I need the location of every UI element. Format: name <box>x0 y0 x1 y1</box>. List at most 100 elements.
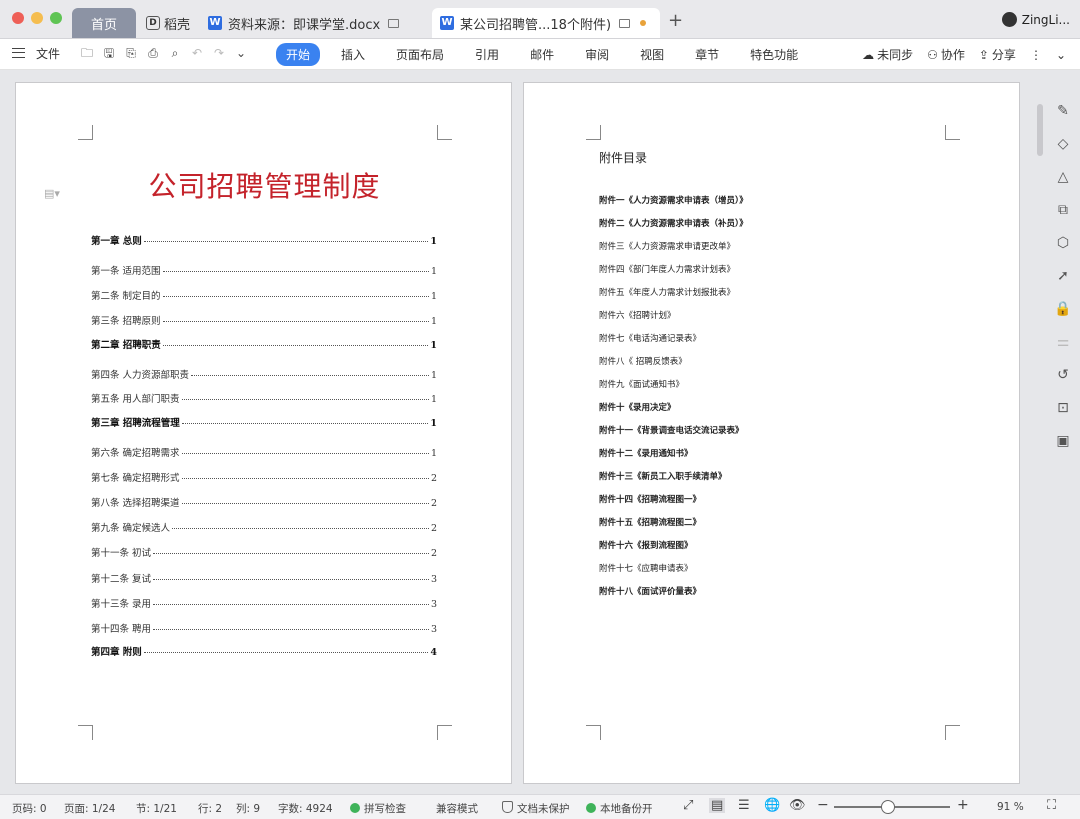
toc-entry[interactable]: 第三章 招聘流程管理 1 <box>91 415 437 429</box>
ribbon-tab-chapter[interactable]: 章节 <box>685 43 729 66</box>
outline-view-icon[interactable]: ☰ <box>738 798 750 813</box>
ribbon-tab-home[interactable]: 开始 <box>276 43 321 66</box>
open-folder-icon[interactable]: 🗀 <box>80 46 94 60</box>
close-window-button[interactable] <box>12 12 24 24</box>
toc-entry[interactable]: 第二条 制定目的 1 <box>91 288 437 302</box>
eye-protect-icon[interactable]: 👁 <box>789 798 806 813</box>
attachment-list-item: 附件九《面试通知书》 <box>599 380 685 390</box>
collaborate-button[interactable]: ⚇ 协作 <box>927 46 965 63</box>
toc-entry[interactable]: 第十四条 聘用 3 <box>91 621 437 635</box>
toc-entry[interactable]: 第五条 用人部门职责 1 <box>91 391 437 405</box>
shapes-icon[interactable]: ◇ <box>1048 136 1078 152</box>
zoom-slider-handle[interactable] <box>881 800 895 814</box>
ribbon-tab-insert[interactable]: 插入 <box>331 43 375 66</box>
toc-entry[interactable]: 第七条 确定招聘形式 2 <box>91 470 437 484</box>
hexagon-icon[interactable]: ⬡ <box>1048 235 1078 251</box>
lock-icon[interactable]: 🔒 <box>1048 301 1078 317</box>
ribbon-tab-special[interactable]: 特色功能 <box>740 43 808 66</box>
spell-check-toggle[interactable]: 拼写检查 <box>350 801 406 816</box>
minimize-window-button[interactable] <box>31 12 43 24</box>
redo-icon[interactable]: ↷ <box>212 46 226 60</box>
file-menu[interactable]: 文件 <box>36 45 60 62</box>
toc-entry[interactable]: 第二章 招聘职责 1 <box>91 337 437 351</box>
share-button[interactable]: ⇪ 分享 <box>979 46 1016 63</box>
ribbon-tab-page-layout[interactable]: 页面布局 <box>386 43 454 66</box>
tab-daoke[interactable]: D 稻壳 <box>138 8 198 38</box>
compat-mode: 兼容模式 <box>436 803 478 815</box>
toc-entry[interactable]: 第三条 招聘原则 1 <box>91 313 437 327</box>
toc-entry[interactable]: 第四条 人力资源部职责 1 <box>91 367 437 381</box>
document-protection[interactable]: 文档未保护 <box>502 801 570 816</box>
toc-entry-page: 1 <box>430 370 437 381</box>
ribbon-tab-review[interactable]: 审阅 <box>575 43 619 66</box>
ribbon-tab-view[interactable]: 视图 <box>630 43 674 66</box>
toc-entry[interactable]: 第十二条 复试 3 <box>91 571 437 585</box>
tab-document-active[interactable]: W 某公司招聘管...18个附件) <box>432 8 660 38</box>
text-image-icon[interactable]: ⊡ <box>1048 400 1078 416</box>
toc-entry[interactable]: 第十三条 录用 3 <box>91 596 437 610</box>
collapse-ribbon-icon[interactable]: ⌄ <box>1056 48 1066 62</box>
local-backup-toggle[interactable]: 本地备份开 <box>586 801 653 816</box>
status-page[interactable]: 页面: 1/24 <box>64 801 115 816</box>
toc-entry-text: 第七条 确定招聘形式 <box>91 473 180 484</box>
document-page-2[interactable]: 附件目录 附件一《人力资源需求申请表（增员）》 附件二《人力资源需求申请表（补员）… <box>523 82 1020 784</box>
puzzle-icon[interactable]: ⧉ <box>1048 202 1078 218</box>
zoom-out-button[interactable]: − <box>817 797 829 813</box>
sync-label: 未同步 <box>877 48 914 62</box>
toc-entry[interactable]: 第十一条 初试 2 <box>91 545 437 559</box>
tab-home[interactable]: 首页 <box>72 8 136 38</box>
sync-button[interactable]: ☁ 未同步 <box>862 46 913 63</box>
web-view-icon[interactable]: 🌐 <box>764 798 780 813</box>
toc-entry-page: 1 <box>430 448 437 459</box>
customize-dropdown-icon[interactable]: ⌄ <box>234 46 248 60</box>
status-word-count[interactable]: 字数: 4924 <box>278 801 333 816</box>
fit-window-icon[interactable]: ⛶ <box>1047 798 1056 813</box>
check-icon <box>350 803 360 813</box>
slider-settings-icon[interactable]: ⚌ <box>1048 334 1078 350</box>
page-view-icon[interactable]: ▤ <box>709 798 726 813</box>
vertical-scrollbar[interactable] <box>1036 90 1044 790</box>
status-section: 节: 1/21 <box>136 803 177 815</box>
toc-leader-dots <box>181 503 429 504</box>
save-icon[interactable]: 🖫 <box>102 46 116 60</box>
zoom-window-button[interactable] <box>50 12 62 24</box>
toc-entry[interactable]: 第一章 总则 1 <box>91 233 437 247</box>
toc-entry-text: 第二条 制定目的 <box>91 291 161 302</box>
document-page-1[interactable]: ▤▾ 公司招聘管理制度 第一章 总则 1 第一条 适用范围 1 第二条 制定目的 1 第三条… <box>15 82 512 784</box>
more-options-icon[interactable]: ⋮ <box>1030 48 1042 62</box>
print-icon[interactable]: ⎙ <box>146 46 160 60</box>
toc-leader-dots <box>162 321 429 322</box>
toc-entry[interactable]: 第六条 确定招聘需求 1 <box>91 445 437 459</box>
zoom-level[interactable]: 91 % <box>997 801 1024 813</box>
hamburger-menu-icon[interactable] <box>12 48 25 58</box>
cloud-icon: ☁ <box>862 47 875 62</box>
ribbon-tab-references[interactable]: 引用 <box>465 43 509 66</box>
print-preview-icon[interactable]: ⌕ <box>168 46 182 60</box>
toc-entry-text: 第十三条 录用 <box>91 599 152 610</box>
toc-entry-page: 4 <box>430 647 437 658</box>
toc-entry-page: 2 <box>430 523 437 534</box>
fullscreen-icon[interactable]: ⤢ <box>683 798 693 813</box>
export-pdf-icon[interactable]: ⎘ <box>124 46 138 60</box>
toc-entry[interactable]: 第四章 附则 4 <box>91 644 437 658</box>
new-tab-icon[interactable]: + <box>668 10 683 31</box>
zoom-in-button[interactable]: + <box>957 797 969 813</box>
toc-entry[interactable]: 第八条 选择招聘渠道 2 <box>91 495 437 509</box>
toc-entry-text: 第一章 总则 <box>91 236 142 247</box>
pen-icon[interactable]: ✎ <box>1048 103 1078 119</box>
page-corner-mark <box>586 125 601 140</box>
status-row: 行: 2 <box>198 803 223 815</box>
tab-document-source[interactable]: W 资料来源：即课学堂.docx <box>200 8 426 38</box>
cursor-icon[interactable]: ➚ <box>1048 268 1078 284</box>
picture-icon[interactable]: ▣ <box>1048 433 1078 449</box>
user-account[interactable]: ZingLi... <box>1001 12 1070 27</box>
ribbon-tab-mailings[interactable]: 邮件 <box>520 43 564 66</box>
style-icon[interactable]: △ <box>1048 169 1078 185</box>
scroll-thumb[interactable] <box>1037 104 1043 156</box>
toc-entry[interactable]: 第一条 适用范围 1 <box>91 263 437 277</box>
document-canvas[interactable]: ▤▾ 公司招聘管理制度 第一章 总则 1 第一条 适用范围 1 第二条 制定目的 1 第三条… <box>0 70 1035 792</box>
history-icon[interactable]: ↺ <box>1048 367 1078 383</box>
attachment-list-item: 附件八《 招聘反馈表》 <box>599 357 687 367</box>
undo-icon[interactable]: ↶ <box>190 46 204 60</box>
toc-entry[interactable]: 第九条 确定候选人 2 <box>91 520 437 534</box>
